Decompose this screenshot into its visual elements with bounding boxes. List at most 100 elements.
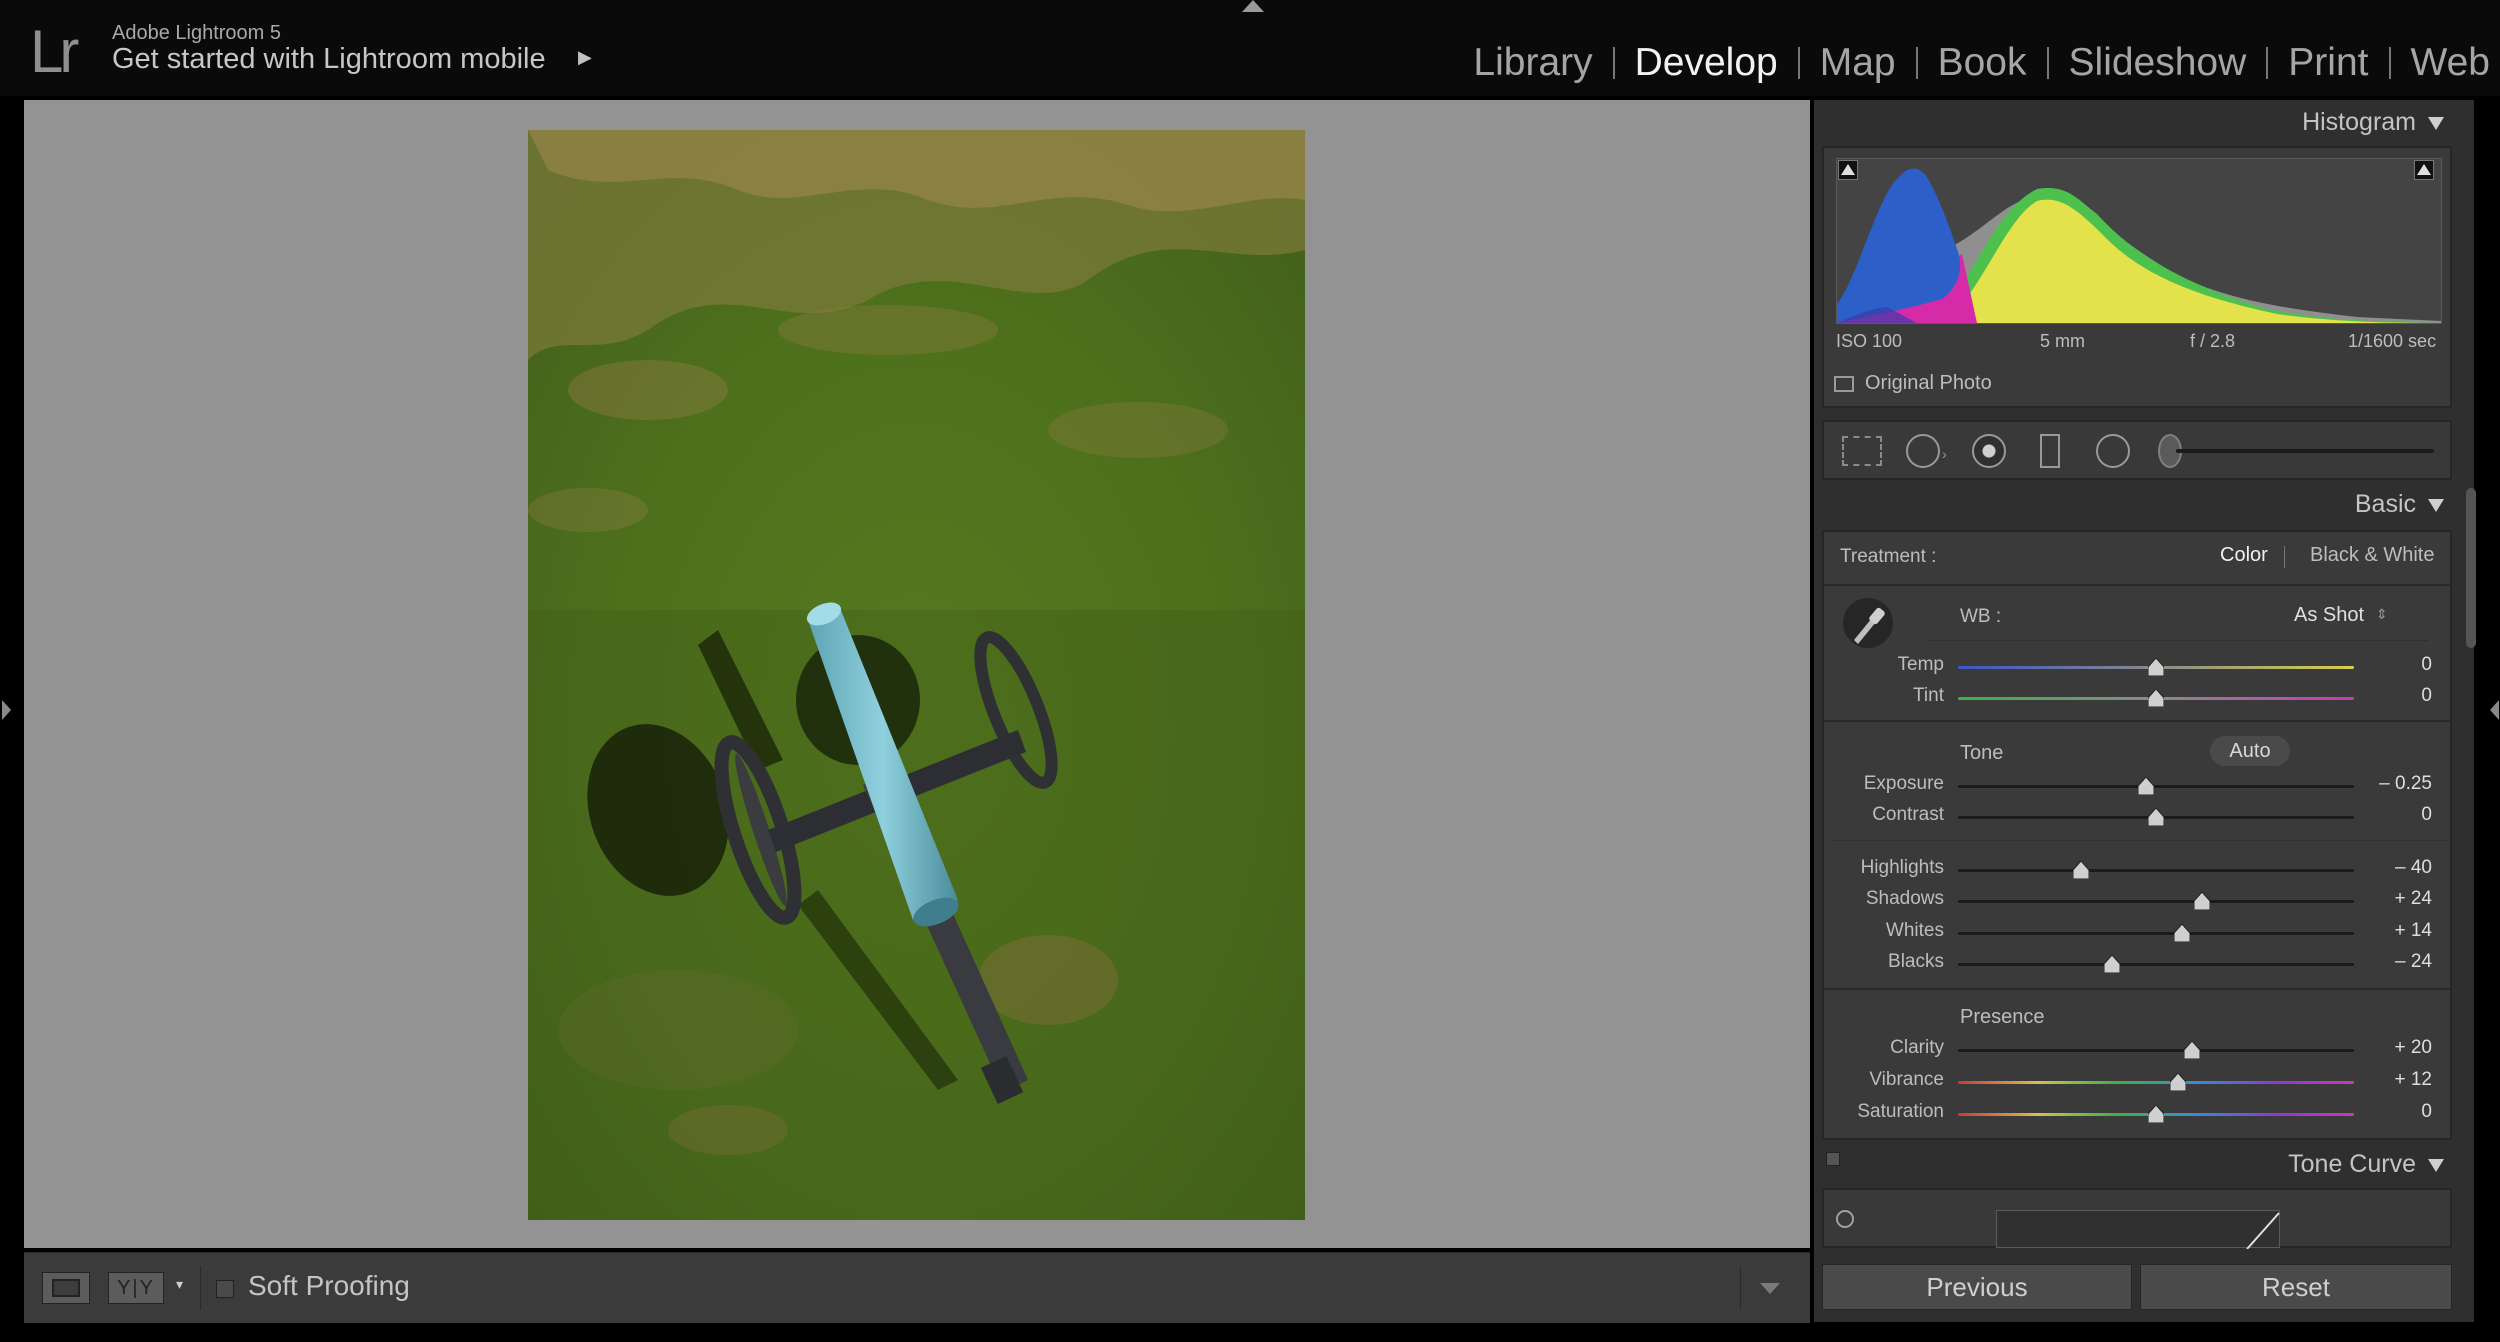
shadows-slider-track[interactable] — [1958, 900, 2354, 903]
whites-slider-value[interactable]: + 14 — [2352, 920, 2432, 942]
module-web[interactable]: Web — [2391, 41, 2500, 85]
module-slideshow[interactable]: Slideshow — [2049, 41, 2267, 85]
blacks-slider-track[interactable] — [1958, 963, 2354, 966]
loupe-view-button[interactable] — [42, 1272, 90, 1304]
previous-button[interactable]: Previous — [1822, 1264, 2132, 1310]
treatment-separator — [2284, 546, 2285, 568]
treatment-color-option[interactable]: Color — [2220, 544, 2268, 567]
module-library[interactable]: Library — [1453, 41, 1612, 85]
vibrance-slider-track[interactable] — [1958, 1081, 2354, 1084]
blacks-slider-value[interactable]: – 24 — [2352, 951, 2432, 973]
row-separator — [1930, 640, 2428, 641]
module-book[interactable]: Book — [1918, 41, 2047, 85]
left-panel-toggle-icon[interactable] — [2, 700, 11, 720]
saturation-slider-label: Saturation — [1857, 1101, 1944, 1122]
exposure-slider-label: Exposure — [1863, 773, 1944, 794]
wb-value-dropdown[interactable]: As Shot — [2294, 604, 2364, 627]
vibrance-slider-label: Vibrance — [1869, 1069, 1944, 1090]
module-map[interactable]: Map — [1800, 41, 1916, 85]
clarity-slider-value[interactable]: + 20 — [2352, 1037, 2432, 1059]
lightroom-mobile-prompt[interactable]: Get started with Lightroom mobile — [112, 43, 546, 76]
tint-slider-value[interactable]: 0 — [2352, 685, 2432, 707]
treatment-bw-option[interactable]: Black & White — [2310, 544, 2434, 567]
temp-slider-label: Temp — [1897, 654, 1944, 675]
collapse-triangle-icon[interactable] — [2428, 498, 2444, 512]
top-panel-toggle-icon[interactable] — [1242, 0, 1264, 12]
contrast-slider-thumb[interactable] — [2147, 807, 2165, 827]
tone-curve-toggle-switch[interactable] — [1826, 1152, 1840, 1166]
temp-slider-value[interactable]: 0 — [2352, 654, 2432, 676]
auto-tone-button[interactable]: Auto — [2210, 736, 2290, 766]
basic-title: Basic — [2354, 490, 2416, 518]
module-picker: Library Develop Map Book Slideshow Print… — [1453, 40, 2500, 86]
row-separator — [1824, 584, 2450, 586]
wb-selector-eyedropper-icon[interactable] — [1842, 596, 1894, 650]
tone-curve-header[interactable]: Tone Curve — [2200, 1150, 2444, 1179]
right-panel-toggle-icon[interactable] — [2490, 700, 2499, 720]
module-develop[interactable]: Develop — [1615, 41, 1798, 85]
view-dropdown-icon[interactable]: ▾ — [176, 1276, 183, 1293]
shadows-slider-label: Shadows — [1865, 888, 1944, 909]
wb-label: WB : — [1960, 606, 2002, 627]
histogram-title: Histogram — [2302, 108, 2416, 136]
highlights-slider-value[interactable]: – 40 — [2352, 857, 2432, 879]
right-panel-scrollbar[interactable] — [2466, 488, 2476, 648]
spot-removal-arrow-icon: › — [1942, 446, 1947, 462]
shadows-slider-value[interactable]: + 24 — [2352, 888, 2432, 910]
soft-proofing-checkbox[interactable] — [216, 1280, 234, 1298]
vibrance-slider-thumb[interactable] — [2169, 1072, 2187, 1092]
brush-size-track[interactable] — [2176, 449, 2434, 453]
histogram-aperture: f / 2.8 — [2190, 331, 2236, 351]
clarity-slider-track[interactable] — [1958, 1049, 2354, 1052]
basic-header[interactable]: Basic — [2200, 490, 2444, 519]
saturation-slider-thumb[interactable] — [2147, 1104, 2165, 1124]
toolbar-divider — [200, 1266, 201, 1310]
before-after-button[interactable]: Y|Y — [108, 1272, 164, 1304]
toolbar-content-dropdown-icon[interactable] — [1760, 1283, 1780, 1294]
original-photo-checkbox[interactable] — [1834, 376, 1854, 392]
shadow-clipping-indicator-icon[interactable] — [1838, 160, 1858, 180]
clarity-slider-thumb[interactable] — [2183, 1040, 2201, 1060]
crop-overlay-tool-icon[interactable] — [1842, 436, 1882, 466]
exposure-slider-value[interactable]: – 0.25 — [2352, 773, 2432, 795]
radial-filter-tool-icon[interactable] — [2096, 434, 2130, 468]
tone-curve-graph[interactable] — [1996, 1210, 2280, 1250]
tone-curve-title: Tone Curve — [2288, 1150, 2416, 1178]
row-separator — [1824, 988, 2450, 990]
reset-button[interactable]: Reset — [2140, 1264, 2452, 1310]
whites-slider-label: Whites — [1885, 920, 1944, 941]
module-print[interactable]: Print — [2268, 41, 2388, 85]
saturation-slider-value[interactable]: 0 — [2352, 1101, 2432, 1123]
soft-proofing-label: Soft Proofing — [248, 1270, 410, 1301]
collapse-triangle-icon[interactable] — [2428, 116, 2444, 130]
contrast-slider-value[interactable]: 0 — [2352, 804, 2432, 826]
collapse-triangle-icon[interactable] — [2428, 1158, 2444, 1172]
shadows-slider-thumb[interactable] — [2193, 891, 2211, 911]
row-separator — [1824, 720, 2450, 722]
whites-slider-thumb[interactable] — [2173, 923, 2191, 943]
photo-cannon-on-grass[interactable] — [528, 130, 1305, 1220]
exposure-slider-track[interactable] — [1958, 785, 2354, 788]
spot-removal-tool-icon[interactable] — [1906, 434, 1940, 468]
whites-slider-track[interactable] — [1958, 932, 2354, 935]
wb-stepper-icon[interactable]: ⇕ — [2376, 606, 2388, 623]
exposure-slider-thumb[interactable] — [2137, 776, 2155, 796]
toolbar-divider — [1740, 1266, 1741, 1310]
histogram-shutter: 1/1600 sec — [2348, 331, 2437, 351]
targeted-adjustment-icon[interactable] — [1836, 1210, 1854, 1228]
vibrance-slider-value[interactable]: + 12 — [2352, 1069, 2432, 1091]
graduated-filter-tool-icon[interactable] — [2040, 434, 2060, 468]
highlight-clipping-indicator-icon[interactable] — [2414, 160, 2434, 180]
blacks-slider-thumb[interactable] — [2103, 954, 2121, 974]
highlights-slider-track[interactable] — [1958, 869, 2354, 872]
histogram-focal-length: 5 mm — [2040, 331, 2085, 351]
red-eye-tool-icon[interactable] — [1972, 434, 2006, 468]
original-photo-label: Original Photo — [1865, 372, 1992, 394]
blacks-slider-label: Blacks — [1888, 951, 1944, 972]
histogram-header[interactable]: Histogram — [2200, 108, 2444, 137]
play-arrow-icon[interactable]: ▶ — [578, 47, 592, 68]
histogram-graph[interactable] — [1836, 158, 2442, 324]
highlights-slider-thumb[interactable] — [2072, 860, 2090, 880]
tint-slider-thumb[interactable] — [2147, 688, 2165, 708]
temp-slider-thumb[interactable] — [2147, 657, 2165, 677]
